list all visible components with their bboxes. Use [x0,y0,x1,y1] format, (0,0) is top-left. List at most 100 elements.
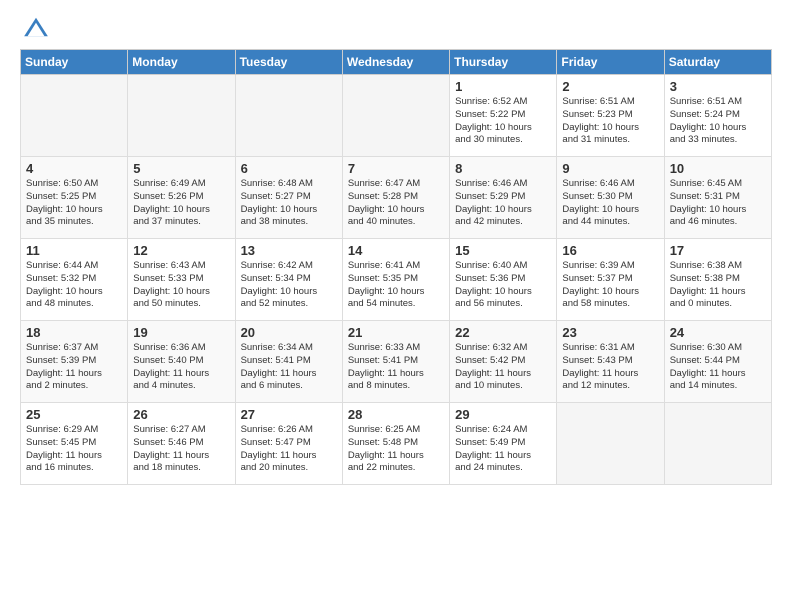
day-info: Sunrise: 6:52 AM Sunset: 5:22 PM Dayligh… [455,96,551,147]
day-info: Sunrise: 6:24 AM Sunset: 5:49 PM Dayligh… [455,424,551,475]
main-container: SundayMondayTuesdayWednesdayThursdayFrid… [0,0,792,495]
day-number: 19 [133,325,229,340]
calendar-cell: 23 Sunrise: 6:31 AM Sunset: 5:43 PM Dayli… [557,321,664,403]
day-number: 29 [455,407,551,422]
day-info: Sunrise: 6:36 AM Sunset: 5:40 PM Dayligh… [133,342,229,393]
weekday-header: Sunday [21,50,128,75]
day-info: Sunrise: 6:42 AM Sunset: 5:34 PM Dayligh… [241,260,337,311]
calendar-cell: 15Sunrise: 6:40 AM Sunset: 5:36 PM Dayli… [450,239,557,321]
day-number: 3 [670,79,766,94]
calendar-cell [342,75,449,157]
day-number: 14 [348,243,444,258]
calendar-cell [664,403,771,485]
day-info: Sunrise: 6:45 AM Sunset: 5:31 PM Dayligh… [670,178,766,229]
calendar-cell: 7 Sunrise: 6:47 AM Sunset: 5:28 PM Daylig… [342,157,449,239]
day-number: 21 [348,325,444,340]
header [20,16,772,43]
day-number: 24 [670,325,766,340]
calendar-cell: 6 Sunrise: 6:48 AM Sunset: 5:27 PM Daylig… [235,157,342,239]
calendar-cell: 18Sunrise: 6:37 AM Sunset: 5:39 PM Dayli… [21,321,128,403]
calendar-cell: 10 Sunrise: 6:45 AM Sunset: 5:31 PM Dayli… [664,157,771,239]
day-info: Sunrise: 6:51 AM Sunset: 5:24 PM Dayligh… [670,96,766,147]
calendar-week-row: 4 Sunrise: 6:50 AM Sunset: 5:25 PM Daylig… [21,157,772,239]
day-info: Sunrise: 6:31 AM Sunset: 5:43 PM Dayligh… [562,342,658,393]
header-row: SundayMondayTuesdayWednesdayThursdayFrid… [21,50,772,75]
day-info: Sunrise: 6:27 AM Sunset: 5:46 PM Dayligh… [133,424,229,475]
day-number: 23 [562,325,658,340]
weekday-header: Friday [557,50,664,75]
calendar-cell [235,75,342,157]
weekday-header: Saturday [664,50,771,75]
day-number: 15 [455,243,551,258]
calendar-cell: 5 Sunrise: 6:49 AM Sunset: 5:26 PM Daylig… [128,157,235,239]
calendar-cell: 25Sunrise: 6:29 AM Sunset: 5:45 PM Dayli… [21,403,128,485]
day-info: Sunrise: 6:49 AM Sunset: 5:26 PM Dayligh… [133,178,229,229]
calendar-cell: 14 Sunrise: 6:41 AM Sunset: 5:35 PM Dayli… [342,239,449,321]
calendar-cell: 29 Sunrise: 6:24 AM Sunset: 5:49 PM Dayli… [450,403,557,485]
day-info: Sunrise: 6:34 AM Sunset: 5:41 PM Dayligh… [241,342,337,393]
calendar-table: SundayMondayTuesdayWednesdayThursdayFrid… [20,49,772,485]
calendar-cell: 11 Sunrise: 6:44 AM Sunset: 5:32 PM Dayli… [21,239,128,321]
day-number: 27 [241,407,337,422]
calendar-cell: 21 Sunrise: 6:33 AM Sunset: 5:41 PM Dayli… [342,321,449,403]
day-number: 10 [670,161,766,176]
day-number: 28 [348,407,444,422]
day-number: 11 [26,243,122,258]
day-info: Sunrise: 6:46 AM Sunset: 5:30 PM Dayligh… [562,178,658,229]
day-info: Sunrise: 6:46 AM Sunset: 5:29 PM Dayligh… [455,178,551,229]
calendar-cell: 4 Sunrise: 6:50 AM Sunset: 5:25 PM Daylig… [21,157,128,239]
day-info: Sunrise: 6:37 AM Sunset: 5:39 PM Dayligh… [26,342,122,393]
day-info: Sunrise: 6:26 AM Sunset: 5:47 PM Dayligh… [241,424,337,475]
day-number: 13 [241,243,337,258]
day-number: 25 [26,407,122,422]
calendar-cell: 22 Sunrise: 6:32 AM Sunset: 5:42 PM Dayli… [450,321,557,403]
day-number: 8 [455,161,551,176]
weekday-header: Thursday [450,50,557,75]
day-info: Sunrise: 6:50 AM Sunset: 5:25 PM Dayligh… [26,178,122,229]
calendar-cell: 19 Sunrise: 6:36 AM Sunset: 5:40 PM Dayli… [128,321,235,403]
logo [20,16,52,43]
calendar-cell: 24 Sunrise: 6:30 AM Sunset: 5:44 PM Dayli… [664,321,771,403]
weekday-header: Monday [128,50,235,75]
day-number: 20 [241,325,337,340]
calendar-cell: 17Sunrise: 6:38 AM Sunset: 5:38 PM Dayli… [664,239,771,321]
day-info: Sunrise: 6:38 AM Sunset: 5:38 PM Dayligh… [670,260,766,311]
day-number: 7 [348,161,444,176]
day-info: Sunrise: 6:47 AM Sunset: 5:28 PM Dayligh… [348,178,444,229]
weekday-header: Tuesday [235,50,342,75]
weekday-header: Wednesday [342,50,449,75]
calendar-cell [21,75,128,157]
day-info: Sunrise: 6:48 AM Sunset: 5:27 PM Dayligh… [241,178,337,229]
day-number: 22 [455,325,551,340]
calendar-cell: 16 Sunrise: 6:39 AM Sunset: 5:37 PM Dayli… [557,239,664,321]
calendar-cell [128,75,235,157]
calendar-cell: 28 Sunrise: 6:25 AM Sunset: 5:48 PM Dayli… [342,403,449,485]
calendar-week-row: 1 Sunrise: 6:52 AM Sunset: 5:22 PM Daylig… [21,75,772,157]
calendar-cell: 26 Sunrise: 6:27 AM Sunset: 5:46 PM Dayli… [128,403,235,485]
day-number: 4 [26,161,122,176]
calendar-cell: 13 Sunrise: 6:42 AM Sunset: 5:34 PM Dayli… [235,239,342,321]
day-number: 1 [455,79,551,94]
day-info: Sunrise: 6:33 AM Sunset: 5:41 PM Dayligh… [348,342,444,393]
day-info: Sunrise: 6:51 AM Sunset: 5:23 PM Dayligh… [562,96,658,147]
day-info: Sunrise: 6:41 AM Sunset: 5:35 PM Dayligh… [348,260,444,311]
calendar-cell: 12 Sunrise: 6:43 AM Sunset: 5:33 PM Dayli… [128,239,235,321]
day-info: Sunrise: 6:30 AM Sunset: 5:44 PM Dayligh… [670,342,766,393]
calendar-cell: 2 Sunrise: 6:51 AM Sunset: 5:23 PM Daylig… [557,75,664,157]
day-number: 2 [562,79,658,94]
calendar-cell [557,403,664,485]
calendar-week-row: 11 Sunrise: 6:44 AM Sunset: 5:32 PM Dayli… [21,239,772,321]
day-info: Sunrise: 6:39 AM Sunset: 5:37 PM Dayligh… [562,260,658,311]
calendar-cell: 27 Sunrise: 6:26 AM Sunset: 5:47 PM Dayli… [235,403,342,485]
day-number: 6 [241,161,337,176]
calendar-cell: 3 Sunrise: 6:51 AM Sunset: 5:24 PM Daylig… [664,75,771,157]
day-number: 26 [133,407,229,422]
calendar-cell: 9Sunrise: 6:46 AM Sunset: 5:30 PM Daylig… [557,157,664,239]
day-info: Sunrise: 6:43 AM Sunset: 5:33 PM Dayligh… [133,260,229,311]
day-info: Sunrise: 6:44 AM Sunset: 5:32 PM Dayligh… [26,260,122,311]
day-number: 12 [133,243,229,258]
day-number: 16 [562,243,658,258]
day-info: Sunrise: 6:32 AM Sunset: 5:42 PM Dayligh… [455,342,551,393]
day-info: Sunrise: 6:25 AM Sunset: 5:48 PM Dayligh… [348,424,444,475]
day-number: 5 [133,161,229,176]
